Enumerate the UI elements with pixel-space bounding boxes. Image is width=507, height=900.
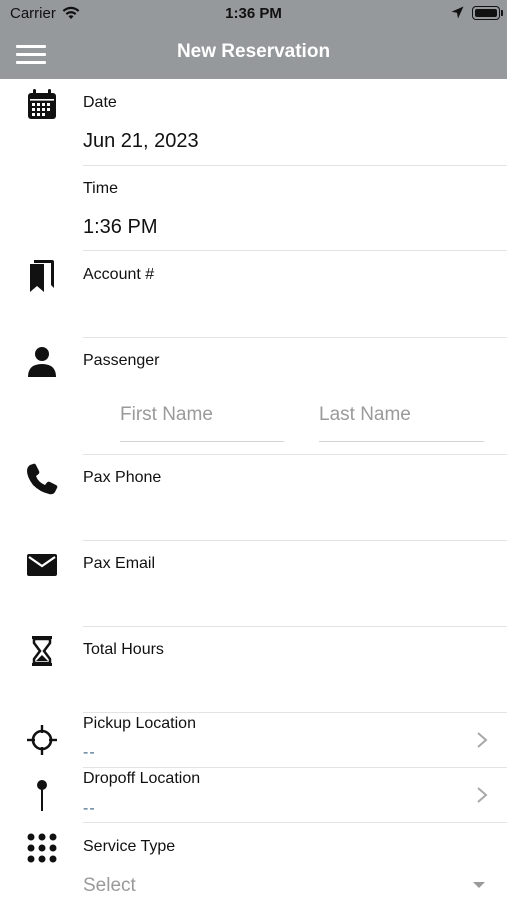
divider xyxy=(83,822,507,823)
service-type-select[interactable]: Select xyxy=(83,875,136,897)
date-label: Date xyxy=(83,94,117,111)
calendar-icon xyxy=(24,87,60,123)
divider xyxy=(83,454,507,455)
account-input[interactable] xyxy=(83,290,487,330)
chevron-right-icon[interactable] xyxy=(474,785,490,805)
pax-phone-input[interactable] xyxy=(83,493,487,533)
divider xyxy=(83,250,507,251)
total-hours-input[interactable] xyxy=(83,665,487,705)
divider xyxy=(83,626,507,627)
dots-grid-icon xyxy=(24,830,60,866)
crosshair-icon xyxy=(24,722,60,758)
service-type-label: Service Type xyxy=(83,838,176,855)
location-arrow-icon xyxy=(451,6,464,23)
status-bar: Carrier 1:36 PM xyxy=(0,0,507,28)
divider xyxy=(83,712,507,713)
phone-icon xyxy=(24,461,60,497)
caret-down-icon[interactable] xyxy=(473,882,485,888)
battery-tip xyxy=(501,10,503,16)
last-name-input[interactable]: Last Name xyxy=(319,404,411,426)
divider xyxy=(83,337,507,338)
divider xyxy=(83,767,507,768)
date-value[interactable]: Jun 21, 2023 xyxy=(83,130,199,153)
page-title: New Reservation xyxy=(176,41,331,62)
time-value[interactable]: 1:36 PM xyxy=(83,216,157,239)
total-hours-label: Total Hours xyxy=(83,641,164,658)
hourglass-icon xyxy=(24,633,60,669)
pin-icon xyxy=(24,777,60,813)
bookmarks-icon xyxy=(24,258,60,294)
pickup-location-label[interactable]: Pickup Location xyxy=(83,715,196,733)
pax-phone-label: Pax Phone xyxy=(83,469,162,486)
pax-email-input[interactable] xyxy=(83,579,487,619)
first-name-input[interactable]: First Name xyxy=(120,404,213,426)
dropoff-location-value[interactable]: -- xyxy=(83,800,96,818)
time-label: Time xyxy=(83,180,118,197)
pickup-location-value[interactable]: -- xyxy=(83,744,96,762)
passenger-label: Passenger xyxy=(83,352,160,369)
divider xyxy=(83,165,507,166)
dropoff-location-label[interactable]: Dropoff Location xyxy=(83,770,200,788)
last-name-underline xyxy=(319,441,484,442)
battery-icon xyxy=(472,6,500,20)
envelope-icon xyxy=(24,547,60,583)
status-time: 1:36 PM xyxy=(225,5,282,22)
divider xyxy=(83,540,507,541)
person-icon xyxy=(24,344,60,380)
nav-bar: New Reservation xyxy=(0,28,507,79)
first-name-underline xyxy=(120,441,284,442)
account-label: Account # xyxy=(83,266,155,283)
pax-email-label: Pax Email xyxy=(83,555,156,572)
chevron-right-icon[interactable] xyxy=(474,730,490,750)
